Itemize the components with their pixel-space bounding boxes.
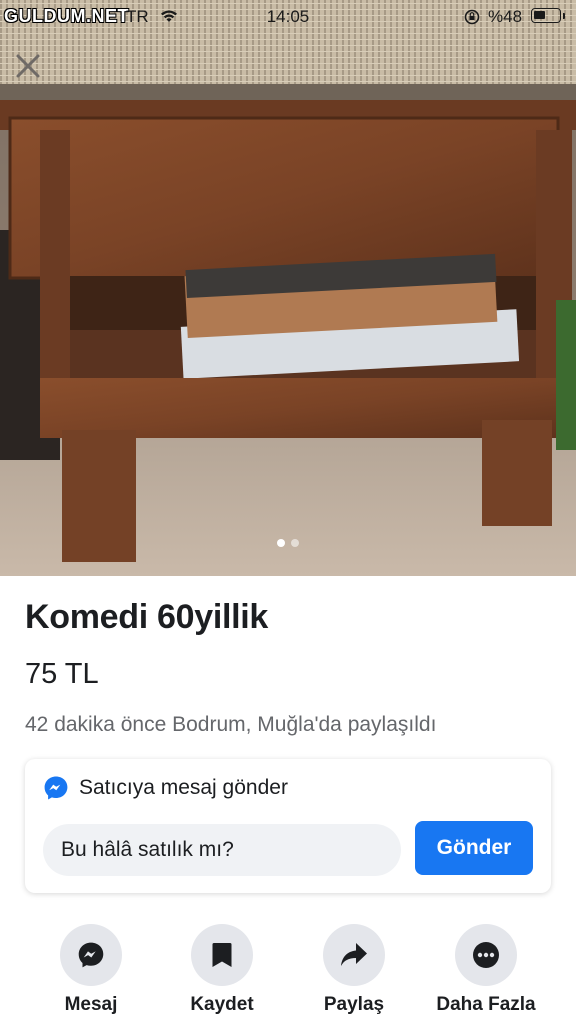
listing-price: 75 TL [25,658,99,690]
action-bar: Mesaj Kaydet Paylaş Daha Fazla [0,924,576,1024]
action-message-label: Mesaj [64,994,118,1015]
message-input[interactable] [43,824,401,876]
action-more-label: Daha Fazla [436,994,536,1015]
close-button[interactable] [12,50,44,82]
action-save-circle [191,924,253,986]
action-more-button[interactable]: Daha Fazla [421,924,551,1016]
action-more-circle [455,924,517,986]
action-message-button[interactable]: Mesaj [26,924,156,1016]
share-icon [341,943,367,966]
orientation-lock-icon [464,9,480,25]
more-icon [473,942,499,968]
message-seller-label: Satıcıya mesaj gönder [79,776,288,799]
listing-photo[interactable] [0,0,576,576]
message-seller-card: Satıcıya mesaj gönder Gönder [25,759,551,893]
battery-level [534,11,545,19]
send-button[interactable]: Gönder [415,821,533,875]
action-save-label: Kaydet [190,994,254,1015]
messenger-icon [44,776,68,800]
status-bar: GULDUM.NET TR 14:05 %48 [0,0,576,34]
pagination-dot[interactable] [277,539,285,547]
message-seller-heading: Satıcıya mesaj gönder [43,775,288,801]
battery-percent: %48 [488,7,523,26]
action-share-button[interactable]: Paylaş [289,924,419,1016]
close-icon [16,54,40,78]
bookmark-icon [212,943,232,967]
pagination-dot[interactable] [291,539,299,547]
messenger-icon [78,942,104,968]
battery-icon [531,8,561,23]
listing-photo-illustration [0,0,576,576]
listing-title: Komedi 60yillik [25,598,269,636]
battery-tip [563,13,565,19]
photo-pagination [0,539,576,547]
action-share-circle [323,924,385,986]
action-message-circle [60,924,122,986]
listing-meta: 42 dakika önce Bodrum, Muğla'da paylaşıl… [25,713,437,736]
action-save-button[interactable]: Kaydet [157,924,287,1016]
action-share-label: Paylaş [323,994,385,1015]
